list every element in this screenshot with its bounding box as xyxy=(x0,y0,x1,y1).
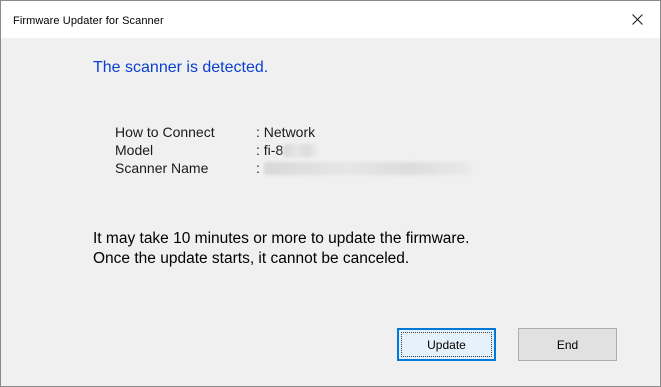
end-button[interactable]: End xyxy=(518,328,617,361)
connection-label: How to Connect xyxy=(115,124,215,140)
focus-ring xyxy=(401,332,492,357)
scanner-name-value-wrap: : xyxy=(256,159,472,177)
title-bar[interactable]: Firmware Updater for Scanner xyxy=(1,1,660,38)
updater-dialog: Firmware Updater for Scanner The scanner… xyxy=(0,0,661,387)
model-value: : fi-8 xyxy=(256,142,284,158)
model-redaction xyxy=(283,144,318,157)
close-icon xyxy=(631,14,643,25)
model-label: Model xyxy=(115,142,154,158)
detection-headline: The scanner is detected. xyxy=(93,59,269,76)
end-button-label: End xyxy=(556,337,579,352)
update-button[interactable]: Update xyxy=(397,328,496,361)
notice-line-1: It may take 10 minutes or more to update… xyxy=(93,230,470,247)
scanner-name-redaction xyxy=(263,162,472,175)
window-title: Firmware Updater for Scanner xyxy=(13,15,164,27)
update-notice: It may take 10 minutes or more to update… xyxy=(93,229,469,269)
connection-value: : Network xyxy=(256,124,316,140)
notice-line-2: Once the update starts, it cannot be can… xyxy=(93,250,410,267)
scanner-name-value: : xyxy=(256,160,260,176)
dialog-content: The scanner is detected. How to Connect … xyxy=(1,38,660,386)
close-button[interactable] xyxy=(614,1,660,38)
model-value-wrap: : fi-8 xyxy=(256,141,318,159)
scanner-name-label: Scanner Name xyxy=(115,160,209,176)
